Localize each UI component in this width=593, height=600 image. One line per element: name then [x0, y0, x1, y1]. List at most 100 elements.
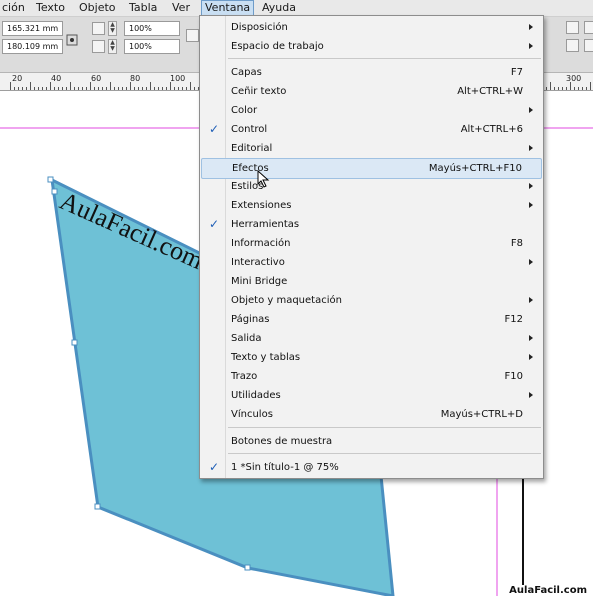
ruler-tick: [78, 87, 79, 90]
menu-item-objeto-y-maquetacion[interactable]: Objeto y maquetación: [201, 291, 542, 310]
menu-edicion[interactable]: ción: [2, 1, 25, 15]
mouse-cursor-icon: [257, 169, 271, 188]
menu-item-estilos[interactable]: Estilos: [201, 177, 542, 196]
menu-ver[interactable]: Ver: [172, 1, 190, 15]
ruler-tick: [178, 87, 179, 90]
menu-item-label: Botones de muestra: [231, 436, 333, 447]
ruler-tick: [138, 87, 139, 90]
ruler-tick: [566, 87, 567, 90]
menu-item-label: Color: [231, 105, 258, 116]
menu-item-label: 1 *Sin título-1 @ 75%: [231, 462, 339, 473]
scale-y-field[interactable]: 100%: [124, 39, 180, 54]
menu-item-espacio-de-trabajo[interactable]: Espacio de trabajo: [201, 37, 542, 56]
menu-item-shortcut: F7: [510, 67, 523, 78]
scale-x-icon[interactable]: [92, 22, 105, 35]
menu-item-informacion[interactable]: Información F8: [201, 234, 542, 253]
menu-item-document-window[interactable]: ✓ 1 *Sin título-1 @ 75%: [201, 458, 542, 477]
menu-item-shortcut: Alt+CTRL+W: [457, 86, 523, 97]
ruler-tick: [10, 82, 11, 90]
menu-item-vinculos[interactable]: Vínculos Mayús+CTRL+D: [201, 405, 542, 424]
menu-ayuda[interactable]: Ayuda: [262, 1, 296, 15]
y-position-field[interactable]: 180.109 mm: [2, 39, 63, 54]
ruler-tick: [182, 87, 183, 90]
submenu-arrow-icon: [529, 354, 533, 360]
menu-item-cenir-texto[interactable]: Ceñir texto Alt+CTRL+W: [201, 82, 542, 101]
menu-item-mini-bridge[interactable]: Mini Bridge: [201, 272, 542, 291]
menu-item-trazo[interactable]: Trazo F10: [201, 367, 542, 386]
scale-y-stepper[interactable]: ▲ ▼: [108, 39, 117, 54]
menu-item-label: Texto y tablas: [231, 352, 301, 363]
menu-objeto[interactable]: Objeto: [79, 1, 116, 15]
ruler-tick: [562, 87, 563, 90]
ruler-tick: [106, 87, 107, 90]
selection-handle[interactable]: [94, 503, 101, 510]
menu-texto[interactable]: Texto: [36, 1, 65, 15]
ruler-tick: [94, 87, 95, 90]
watermark: AulaFacil.com: [507, 585, 589, 596]
menu-item-shortcut: F8: [510, 238, 523, 249]
menu-item-botones-de-muestra[interactable]: Botones de muestra: [201, 432, 542, 451]
menu-item-interactivo[interactable]: Interactivo: [201, 253, 542, 272]
ruler-tick: [122, 87, 123, 90]
menu-item-shortcut: F10: [504, 371, 523, 382]
menu-item-editorial[interactable]: Editorial: [201, 139, 542, 158]
menu-item-herramientas[interactable]: ✓ Herramientas: [201, 215, 542, 234]
menu-item-capas[interactable]: Capas F7: [201, 63, 542, 82]
checkmark-icon: ✓: [209, 460, 220, 474]
ruler-tick: [550, 82, 551, 90]
scale-x-stepper[interactable]: ▲ ▼: [108, 21, 117, 36]
ruler-tick: [166, 87, 167, 90]
ruler-label: 60: [91, 74, 102, 83]
menu-item-label: Extensiones: [231, 200, 292, 211]
menu-item-color[interactable]: Color: [201, 101, 542, 120]
ruler-tick: [590, 82, 591, 90]
ruler-tick: [66, 87, 67, 90]
constrain-proportions-icon[interactable]: [186, 29, 199, 42]
x-position-field[interactable]: 165.321 mm: [2, 21, 63, 36]
menu-item-label: Vínculos: [231, 409, 273, 420]
menu-item-label: Interactivo: [231, 257, 285, 268]
ruler-tick: [42, 87, 43, 90]
ruler-label: 80: [130, 74, 141, 83]
menu-item-shortcut: Alt+CTRL+6: [460, 124, 523, 135]
ruler-tick: [586, 87, 587, 90]
ruler-tick: [118, 87, 119, 90]
ruler-tick: [58, 87, 59, 90]
menu-item-disposicion[interactable]: Disposición: [201, 18, 542, 37]
menu-item-shortcut: Mayús+CTRL+F10: [428, 163, 522, 174]
menu-item-efectos[interactable]: Efectos Mayús+CTRL+F10: [201, 158, 542, 179]
ruler-tick: [546, 87, 547, 90]
menu-item-salida[interactable]: Salida: [201, 329, 542, 348]
menu-item-label: Control: [231, 124, 268, 135]
selection-handle[interactable]: [47, 176, 54, 183]
selection-handle[interactable]: [71, 339, 78, 346]
menu-ventana[interactable]: Ventana: [201, 0, 255, 16]
selection-handle[interactable]: [51, 188, 58, 195]
ruler-tick: [570, 82, 571, 90]
ruler-label: 100: [170, 74, 186, 83]
menu-separator: [228, 453, 541, 454]
menu-item-texto-y-tablas[interactable]: Texto y tablas: [201, 348, 542, 367]
selection-handle[interactable]: [244, 564, 251, 571]
submenu-arrow-icon: [529, 335, 533, 341]
ruler-tick: [554, 87, 555, 90]
menu-tabla[interactable]: Tabla: [129, 1, 157, 15]
toolbar-right-icon-4[interactable]: [584, 39, 593, 52]
toolbar-right-icon-2[interactable]: [566, 39, 579, 52]
menu-item-label: Disposición: [231, 22, 288, 33]
scale-y-icon[interactable]: [92, 40, 105, 53]
menu-item-utilidades[interactable]: Utilidades: [201, 386, 542, 405]
menu-item-label: Trazo: [231, 371, 258, 382]
toolbar-right-icon-3[interactable]: [584, 21, 593, 34]
toolbar-right-icon-1[interactable]: [566, 21, 579, 34]
menu-item-control[interactable]: ✓ Control Alt+CTRL+6: [201, 120, 542, 139]
submenu-arrow-icon: [529, 183, 533, 189]
menu-separator: [228, 58, 541, 59]
menu-item-paginas[interactable]: Páginas F12: [201, 310, 542, 329]
ruler-tick: [82, 87, 83, 90]
ruler-tick: [130, 82, 131, 90]
menu-item-label: Páginas: [231, 314, 270, 325]
reference-point-icon[interactable]: [66, 31, 78, 46]
scale-x-field[interactable]: 100%: [124, 21, 180, 36]
menu-item-extensiones[interactable]: Extensiones: [201, 196, 542, 215]
